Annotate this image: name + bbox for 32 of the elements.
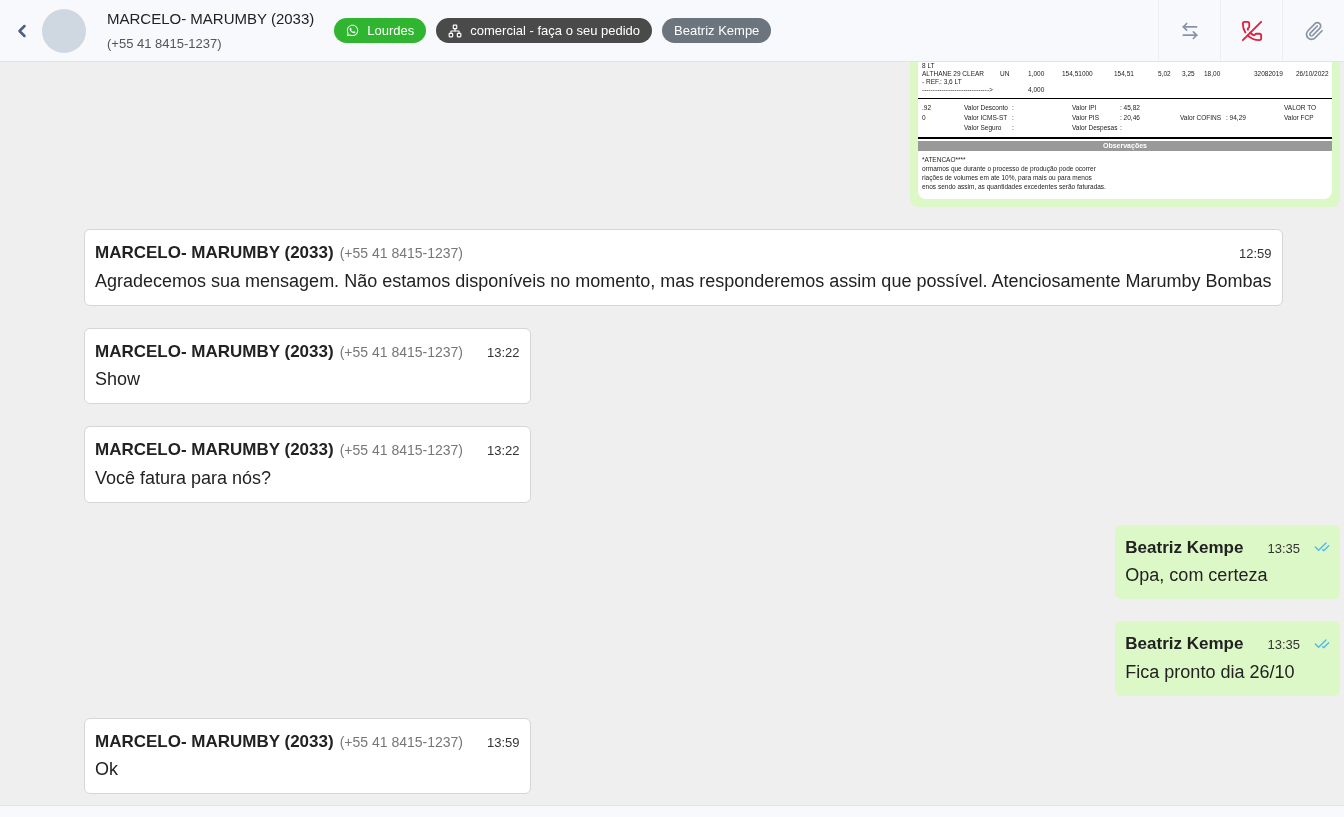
sender-name: MARCELO- MARUMBY (2033) [95, 340, 334, 363]
sender-name: MARCELO- MARUMBY (2033) [95, 730, 334, 753]
phone-off-icon [1240, 19, 1263, 42]
tag: Beatriz Kempe [662, 18, 772, 43]
message-time: 13:22 [487, 442, 520, 460]
message-text: Opa, com certeza [1125, 564, 1269, 587]
tag: Lourdes [334, 18, 427, 43]
message-text: Show [95, 368, 142, 391]
message-text: Fica pronto dia 26/10 [1125, 660, 1296, 684]
contact-name: MARCELO- MARUMBY (2033) [107, 9, 315, 29]
sender-name: MARCELO- MARUMBY (2033) [95, 439, 334, 461]
sender-phone: (+55 41 8415-1237) [339, 732, 464, 752]
message-time: 13:59 [487, 733, 520, 752]
tag: comercial - faça o seu pedido [436, 18, 653, 43]
message-time: 13:35 [1267, 539, 1300, 558]
message-time: 13:22 [487, 343, 520, 362]
message-text: Ok [95, 758, 119, 781]
message-text: Você fatura para nós? [95, 466, 273, 490]
message-time: 13:35 [1267, 636, 1300, 654]
contact-phone: (+55 41 8415-1237) [107, 34, 223, 53]
paperclip-icon [1303, 20, 1324, 41]
sender-phone: (+55 41 8415-1237) [339, 342, 464, 362]
hierarchy-icon [448, 23, 463, 38]
sender-name: MARCELO- MARUMBY (2033) [95, 242, 334, 264]
avatar [42, 8, 86, 53]
whatsapp-icon [346, 24, 360, 37]
sender-phone: (+55 41 8415-1237) [339, 441, 464, 460]
sender-phone: (+55 41 8415-1237) [339, 244, 464, 263]
message-time: 12:59 [1239, 245, 1272, 263]
sender-name: Beatriz Kempe [1125, 536, 1244, 559]
message-text: Agradecemos sua mensagem. Não estamos disponíveis no momento, mas responderemos assim que possível. Atenciosamente Marumby Bombas [95, 269, 1272, 293]
sender-name: Beatriz Kempe [1125, 633, 1244, 655]
